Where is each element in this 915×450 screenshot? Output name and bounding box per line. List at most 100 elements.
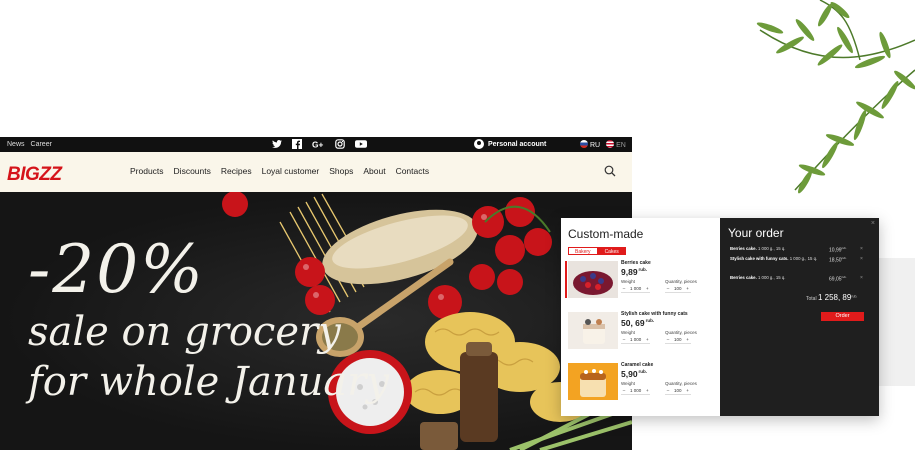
weight-value[interactable]: 1 000 — [630, 388, 641, 393]
total-label: Total — [806, 296, 817, 302]
increment-button[interactable]: + — [685, 388, 691, 393]
instagram-icon[interactable] — [335, 139, 345, 149]
order-panel: Custom-made Bakery Cakes Berries cake 9,… — [561, 218, 879, 416]
quantity-label: Quantity, pieces — [665, 330, 697, 335]
top-links: News Career — [0, 141, 52, 148]
account-label: Personal account — [488, 140, 547, 148]
product-name: Berries cake — [621, 260, 651, 266]
order-item-amount: 69,05rub. — [829, 275, 847, 283]
remove-icon[interactable]: × — [860, 275, 863, 281]
product-price: 9,89rub. — [621, 267, 648, 277]
lang-ru[interactable]: RU — [580, 140, 600, 149]
order-item-amount: 10,99rub. — [829, 246, 847, 254]
top-link-career[interactable]: Career — [31, 141, 52, 148]
quantity-value[interactable]: 100 — [674, 286, 682, 291]
product-image — [568, 312, 618, 349]
main-menu: Products Discounts Recipes Loyal custome… — [130, 166, 429, 176]
menu-item-shops[interactable]: Shops — [329, 166, 353, 176]
product-item[interactable]: Caramel cake 5,90rub. Weight Quantity, p… — [561, 361, 720, 410]
order-total: Total 1 258, 89rub. — [806, 293, 857, 302]
youtube-icon[interactable] — [355, 139, 367, 149]
quantity-value[interactable]: 100 — [674, 388, 682, 393]
menu-item-loyal-customer[interactable]: Loyal customer — [262, 166, 320, 176]
tab-bakery[interactable]: Bakery — [568, 247, 598, 255]
lang-en[interactable]: EN — [606, 140, 626, 149]
remove-icon[interactable]: × — [860, 256, 863, 262]
quantity-label: Quantity, pieces — [665, 279, 697, 284]
twitter-icon[interactable] — [272, 139, 282, 149]
top-link-news[interactable]: News — [7, 141, 25, 148]
decrement-button[interactable]: – — [665, 388, 671, 393]
order-item: Berries cake. 1 000 g., 15 q. 69,05rub. … — [730, 275, 863, 283]
menu-item-about[interactable]: About — [363, 166, 385, 176]
total-currency: rub. — [851, 294, 858, 299]
social-links: G+ — [272, 139, 367, 149]
increment-button[interactable]: + — [685, 337, 691, 342]
product-name: Stylish cake with funny cats — [621, 311, 688, 317]
increment-button[interactable]: + — [644, 286, 650, 291]
product-item[interactable]: Berries cake 9,89rub. Weight Quantity, p… — [561, 259, 720, 308]
selected-indicator — [565, 261, 567, 298]
weight-stepper: – 1 000 + — [621, 337, 651, 344]
hero-line-2: for whole January — [28, 359, 389, 405]
canvas: News Career G+ Personal account RU EN BI… — [0, 0, 915, 450]
total-value: 1 258, 89 — [817, 293, 852, 302]
your-order-section: × Your order Berries cake. 1 000 g., 15 … — [720, 218, 879, 416]
weight-stepper: – 1 000 + — [621, 286, 651, 293]
quantity-label: Quantity, pieces — [665, 381, 697, 386]
increment-button[interactable]: + — [644, 388, 650, 393]
custom-made-title: Custom-made — [568, 227, 644, 241]
decrement-button[interactable]: – — [665, 337, 671, 342]
order-item: Stylish cake with funny cats. 1 000 g., … — [730, 256, 863, 264]
category-tabs: Bakery Cakes — [568, 247, 626, 255]
weight-value[interactable]: 1 000 — [630, 286, 641, 291]
product-price: 5,90rub. — [621, 369, 648, 379]
user-icon — [474, 139, 484, 149]
close-icon[interactable]: × — [871, 220, 875, 227]
custom-made-section: Custom-made Bakery Cakes Berries cake 9,… — [561, 218, 720, 416]
hero-line-1: sale on grocery — [28, 309, 341, 355]
order-button[interactable]: Order — [821, 312, 864, 321]
decrement-button[interactable]: – — [665, 286, 671, 291]
your-order-title: Your order — [728, 226, 784, 240]
facebook-icon[interactable] — [292, 139, 302, 149]
quantity-stepper: – 100 + — [665, 286, 691, 293]
decrement-button[interactable]: – — [621, 337, 627, 342]
weight-value[interactable]: 1 000 — [630, 337, 641, 342]
tab-cakes[interactable]: Cakes — [597, 247, 626, 255]
logo[interactable]: BIGZZ — [7, 164, 62, 186]
decrement-button[interactable]: – — [621, 388, 627, 393]
hero-headline: -20% sale on grocery for whole January — [28, 237, 389, 407]
rosemary-decoration — [756, 0, 915, 194]
menu-item-products[interactable]: Products — [130, 166, 164, 176]
top-bar: News Career G+ Personal account RU EN — [0, 137, 632, 152]
personal-account-link[interactable]: Personal account — [474, 139, 546, 149]
menu-item-discounts[interactable]: Discounts — [174, 166, 211, 176]
weight-label: Weight — [621, 381, 635, 386]
language-switcher: RU EN — [580, 140, 626, 149]
quantity-stepper: – 100 + — [665, 388, 691, 395]
website-window: News Career G+ Personal account RU EN BI… — [0, 137, 632, 450]
en-flag-icon — [606, 140, 615, 148]
product-price: 50, 69rub. — [621, 318, 655, 328]
decrement-button[interactable]: – — [621, 286, 627, 291]
hero-banner[interactable]: -20% sale on grocery for whole January — [0, 192, 632, 450]
svg-text:G+: G+ — [312, 139, 323, 149]
product-item[interactable]: Stylish cake with funny cats 50, 69rub. … — [561, 310, 720, 359]
quantity-value[interactable]: 100 — [674, 337, 682, 342]
increment-button[interactable]: + — [644, 337, 650, 342]
remove-icon[interactable]: × — [860, 246, 863, 252]
increment-button[interactable]: + — [685, 286, 691, 291]
product-list: Berries cake 9,89rub. Weight Quantity, p… — [561, 259, 720, 412]
discount-text: -20% — [28, 231, 205, 308]
google-plus-icon[interactable]: G+ — [312, 139, 325, 149]
weight-label: Weight — [621, 330, 635, 335]
menu-item-contacts[interactable]: Contacts — [396, 166, 430, 176]
main-navbar: BIGZZ Products Discounts Recipes Loyal c… — [0, 152, 632, 192]
order-item: Berries cake. 1 000 g., 15 q. 10,99rub. … — [730, 246, 863, 254]
menu-item-recipes[interactable]: Recipes — [221, 166, 252, 176]
order-item-amount: 18,50rub. — [829, 256, 847, 264]
weight-label: Weight — [621, 279, 635, 284]
product-image — [568, 363, 618, 400]
search-icon[interactable] — [604, 165, 616, 177]
